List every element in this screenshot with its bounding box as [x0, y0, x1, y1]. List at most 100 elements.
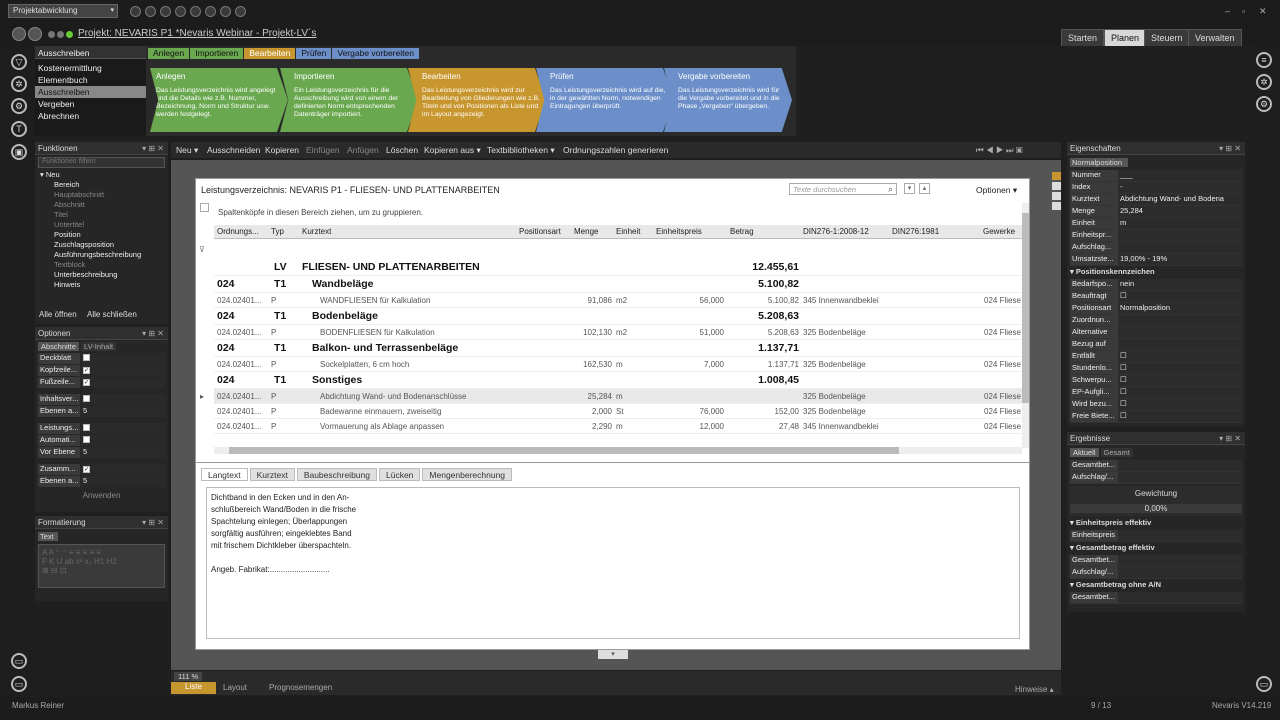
checkbox[interactable]	[83, 436, 90, 443]
property-value[interactable]: nein	[1118, 279, 1242, 290]
copy-button[interactable]: Kopieren	[265, 145, 299, 155]
new-button[interactable]: Neu ▾	[176, 145, 198, 156]
option-value[interactable]: 5	[81, 476, 165, 487]
side-tool-icons[interactable]	[1052, 172, 1061, 212]
tree-item[interactable]: Unterbeschreibung	[40, 270, 168, 280]
tab-luecken[interactable]: Lücken	[378, 468, 421, 481]
close-button[interactable]: ✕	[1259, 6, 1267, 17]
zoom-level[interactable]: 111 %	[174, 672, 203, 681]
table-row[interactable]: 024 T1 Sonstiges 1.008,45	[214, 372, 1022, 389]
save-icon[interactable]	[160, 6, 171, 17]
section-gb-ohne[interactable]: ▾ Gesamtbetrag ohne A/N	[1070, 580, 1242, 591]
process-header[interactable]: Ausschreiben	[35, 46, 146, 59]
tab-baubeschreibung[interactable]: Baubeschreibung	[296, 468, 377, 481]
tab-verwalten[interactable]: Verwalten	[1188, 29, 1242, 46]
option-value[interactable]: 5	[81, 447, 165, 458]
process-item-ausschreiben[interactable]: Ausschreiben	[35, 86, 146, 98]
property-value[interactable]: Normalposition	[1118, 303, 1242, 314]
view-tab-prognosemengen[interactable]: Prognosemengen	[269, 683, 332, 692]
ribbon-tab-importieren[interactable]: Importieren	[190, 48, 244, 59]
table-row[interactable]: 024.02401... P BODENFLIESEN für Kalkulatio…	[214, 325, 1022, 340]
section-gb[interactable]: ▾ Gesamtbetrag effektiv	[1070, 543, 1242, 554]
horizontal-scrollbar[interactable]	[214, 447, 1022, 454]
col-typ[interactable]: Typ	[271, 227, 284, 236]
table-row[interactable]: 024.02401... P WANDFLIESEN für Kalkulation…	[214, 293, 1022, 308]
ribbon-tab-anlegen[interactable]: Anlegen	[148, 48, 190, 59]
property-value[interactable]	[1118, 339, 1242, 350]
tab-mengenberechnung[interactable]: Mengenberechnung	[422, 468, 513, 481]
table-controls-icon[interactable]: ⊞ ⊟ ⊡	[42, 566, 161, 575]
panel-icon[interactable]: ▭	[11, 653, 27, 669]
layout-icon[interactable]: ▣	[11, 144, 27, 160]
section-ep[interactable]: ▾ Einheitspreis effektiv	[1070, 518, 1242, 529]
text-icon[interactable]: T	[11, 121, 27, 137]
property-value[interactable]	[1118, 315, 1242, 326]
property-value[interactable]: ☐	[1118, 387, 1242, 398]
pager-icon[interactable]: ⏮ ◀ ▶ ⏭ ▣	[976, 145, 1023, 156]
tree-item[interactable]: Textblock	[40, 260, 168, 270]
option-value[interactable]	[81, 435, 165, 446]
table-row[interactable]: 024.02401... P Abdichtung Wand- und Bodena…	[200, 389, 1022, 404]
hints-button[interactable]: Hinweise ▴	[1015, 685, 1054, 694]
property-value[interactable]: -	[1118, 182, 1242, 193]
property-value[interactable]: ☐	[1118, 399, 1242, 410]
checkbox[interactable]: ✓	[83, 367, 90, 374]
property-value[interactable]: ☐	[1118, 291, 1242, 302]
tab-planen[interactable]: Planen	[1104, 29, 1147, 46]
property-value[interactable]: ___	[1118, 170, 1242, 181]
col-betrag[interactable]: Betrag	[730, 227, 754, 236]
tab-langtext[interactable]: Langtext	[201, 468, 248, 481]
tree-item[interactable]: Hauptabschnitt	[40, 190, 168, 200]
style-controls-icon[interactable]: F K U ab x² x₂ H1 H2	[42, 557, 161, 566]
maximize-button[interactable]: ▫	[1242, 6, 1245, 16]
checkbox[interactable]: ✓	[83, 379, 90, 386]
col-einheit[interactable]: Einheit	[616, 227, 640, 236]
splitter[interactable]	[196, 462, 1029, 463]
settings-icon[interactable]: ✲	[1256, 74, 1272, 90]
property-value[interactable]: ☐	[1118, 411, 1242, 422]
property-value[interactable]: ☐	[1118, 363, 1242, 374]
filter-input[interactable]: Funktionen filtern	[38, 157, 165, 168]
copy-from-button[interactable]: Kopieren aus ▾	[424, 145, 481, 156]
generate-numbers-button[interactable]: Ordnungszahlen generieren	[563, 145, 668, 155]
col-ordnungszahl[interactable]: Ordnungs...	[217, 227, 259, 236]
table-row[interactable]: LV FLIESEN- UND PLATTENARBEITEN 12.455,61	[214, 259, 1022, 276]
property-value[interactable]: 19,00% - 19%	[1118, 254, 1242, 265]
search-icon[interactable]: ⌕	[888, 184, 893, 195]
project-title[interactable]: Projekt: NEVARIS P1 *Nevaris Webinar - P…	[78, 28, 316, 39]
property-value[interactable]: ☐	[1118, 351, 1242, 362]
paste-icon[interactable]	[205, 6, 216, 17]
undo-icon[interactable]	[130, 6, 141, 17]
tree-item[interactable]: Untertitel	[40, 220, 168, 230]
process-item-vergeben[interactable]: Vergeben	[35, 98, 146, 110]
col-din276-2008[interactable]: DIN276-1:2008-12	[803, 227, 869, 236]
col-einheitspreis[interactable]: Einheitspreis	[656, 227, 702, 236]
table-row[interactable]: 024 T1 Bodenbeläge 5.208,63	[214, 308, 1022, 325]
checkbox[interactable]	[83, 424, 90, 431]
gear-icon[interactable]: ⚙	[11, 98, 27, 114]
print-icon[interactable]	[175, 6, 186, 17]
col-gewerke[interactable]: Gewerke	[983, 227, 1015, 236]
table-row[interactable]: 024.02401... P Vormauerung als Ablage anpa…	[214, 419, 1022, 434]
cut-button[interactable]: Ausschneiden	[207, 145, 260, 155]
process-item-elementbuch[interactable]: Elementbuch	[35, 74, 146, 86]
font-controls-icon[interactable]: A A ⁺ ⁻ ≡ ≡ ≡ ≡ ≡	[42, 548, 161, 557]
filter-row-icon[interactable]: ⊽	[199, 245, 205, 254]
chevron-up-icon[interactable]: ▴	[919, 183, 930, 194]
option-value[interactable]	[81, 394, 165, 405]
text-library-button[interactable]: Textbibliotheken ▾	[487, 145, 555, 156]
home-icon[interactable]	[12, 27, 26, 41]
card-pruefen[interactable]: Prüfen Das Leistungsverzeichnis wird auf …	[536, 68, 674, 132]
process-item-abrechnen[interactable]: Abrechnen	[35, 110, 146, 122]
ribbon-tab-vergabe[interactable]: Vergabe vorbereiten	[332, 48, 419, 59]
export-icon[interactable]	[220, 6, 231, 17]
option-value[interactable]: 5	[81, 406, 165, 417]
redo-icon[interactable]	[145, 6, 156, 17]
gear-icon[interactable]: ⚙	[1256, 96, 1272, 112]
pin-close-icon[interactable]: ▾ ⊞ ✕	[142, 518, 164, 527]
option-value[interactable]: ✓	[81, 365, 165, 376]
minimize-button[interactable]: ‒	[1225, 6, 1230, 16]
module-combo[interactable]: Projektabwicklung ▾	[8, 4, 118, 18]
tab-kurztext[interactable]: Kurztext	[249, 468, 295, 481]
ribbon-tab-pruefen[interactable]: Prüfen	[296, 48, 332, 59]
